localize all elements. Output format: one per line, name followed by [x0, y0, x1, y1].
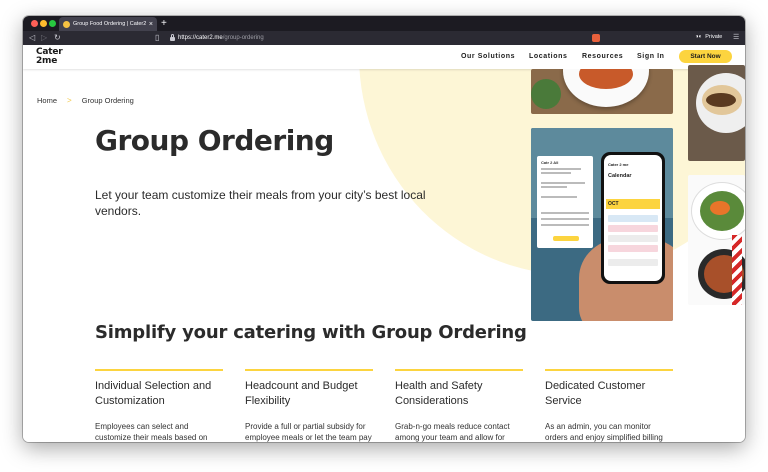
nav-locations[interactable]: Locations	[529, 53, 567, 60]
site-logo[interactable]: Cater 2me	[36, 48, 68, 66]
food-bowl-photo	[531, 69, 673, 114]
salad-noodles-photo	[688, 175, 745, 305]
section-title: Simplify your catering with Group Orderi…	[95, 322, 527, 343]
calendar-title: Calendar	[608, 173, 632, 179]
order-receipt-card: Catr 2 All	[537, 156, 593, 248]
hero-subtitle: Let your team customize their meals from…	[95, 188, 426, 218]
breadcrumb-home[interactable]: Home	[37, 96, 57, 105]
forward-arrow-icon[interactable]: ▷	[41, 33, 47, 43]
feature-text: Employees can select and customize their…	[95, 422, 208, 442]
receipt-header: Catr 2 All	[541, 160, 559, 165]
breadcrumb-current: Group Ordering	[81, 96, 134, 105]
url-path: /group-ordering	[222, 35, 264, 41]
feature-text: Grab-n-go meals reduce contact among you…	[395, 422, 510, 442]
tab-title: Group Food Ordering | Cater2.m	[73, 21, 146, 27]
phone-app-photo: Catr 2 All Cater 2 me Calendar OCT	[531, 128, 673, 321]
feature-title: Dedicated Customer Service	[545, 380, 646, 407]
feature-title: Individual Selection and Customization	[95, 380, 212, 407]
brave-shield-icon[interactable]	[592, 34, 600, 42]
breadcrumb: Home > Group Ordering	[37, 96, 134, 105]
reload-icon[interactable]: ↻	[54, 33, 61, 43]
address-bar[interactable]: https://cater2.me /group-ordering	[166, 33, 618, 43]
private-indicator: ◑◐ Private	[695, 34, 722, 40]
back-arrow-icon[interactable]: ◁	[29, 33, 35, 43]
feature-card: Headcount and Budget Flexibility Provide…	[245, 369, 373, 442]
browser-window: Group Food Ordering | Cater2.m × + ◁ ▷ ↻…	[23, 16, 745, 442]
feature-text: Provide a full or partial subsidy for em…	[245, 422, 372, 442]
feature-text: As an admin, you can monitor orders and …	[545, 422, 663, 442]
zoom-window-button[interactable]	[49, 20, 56, 27]
lock-icon	[170, 34, 175, 41]
page-title: Group Ordering	[95, 124, 334, 157]
chevron-right-icon: >	[67, 96, 72, 105]
web-page: Cater 2me Our Solutions Locations Resour…	[23, 45, 745, 442]
month-label: OCT	[606, 199, 660, 209]
feature-title: Health and Safety Considerations	[395, 380, 483, 407]
start-now-button[interactable]: Start Now	[679, 50, 732, 63]
bookmark-icon[interactable]: ▯	[155, 33, 159, 43]
private-label: Private	[705, 34, 723, 40]
url-host: https://cater2.me	[178, 35, 223, 41]
site-header: Cater 2me Our Solutions Locations Resour…	[23, 45, 745, 69]
browser-toolbar: ◁ ▷ ↻ ▯ https://cater2.me /group-orderin…	[23, 31, 745, 45]
app-logo: Cater 2 me	[608, 162, 629, 167]
tacos-photo	[688, 65, 745, 161]
phone-device: Cater 2 me Calendar OCT	[601, 152, 665, 284]
logo-line-2: 2me	[36, 56, 58, 66]
close-window-button[interactable]	[31, 20, 38, 27]
feature-title: Headcount and Budget Flexibility	[245, 380, 358, 407]
nav-resources[interactable]: Resources	[582, 53, 623, 60]
nav-our-solutions[interactable]: Our Solutions	[461, 53, 515, 60]
minimize-window-button[interactable]	[40, 20, 47, 27]
phone-screen: Cater 2 me Calendar OCT	[604, 155, 662, 281]
menu-icon[interactable]: ☰	[733, 33, 739, 41]
private-mask-icon: ◑◐	[695, 34, 703, 40]
feature-card: Individual Selection and Customization E…	[95, 369, 223, 442]
tab-strip: Group Food Ordering | Cater2.m × +	[23, 16, 745, 31]
tab-close-icon[interactable]: ×	[149, 21, 153, 28]
nav-sign-in[interactable]: Sign In	[637, 53, 665, 60]
favicon-icon	[63, 20, 70, 28]
browser-tab[interactable]: Group Food Ordering | Cater2.m ×	[59, 17, 157, 31]
feature-card: Dedicated Customer Service As an admin, …	[545, 369, 673, 442]
feature-card: Health and Safety Considerations Grab-n-…	[395, 369, 523, 442]
new-tab-button[interactable]: +	[161, 18, 167, 29]
